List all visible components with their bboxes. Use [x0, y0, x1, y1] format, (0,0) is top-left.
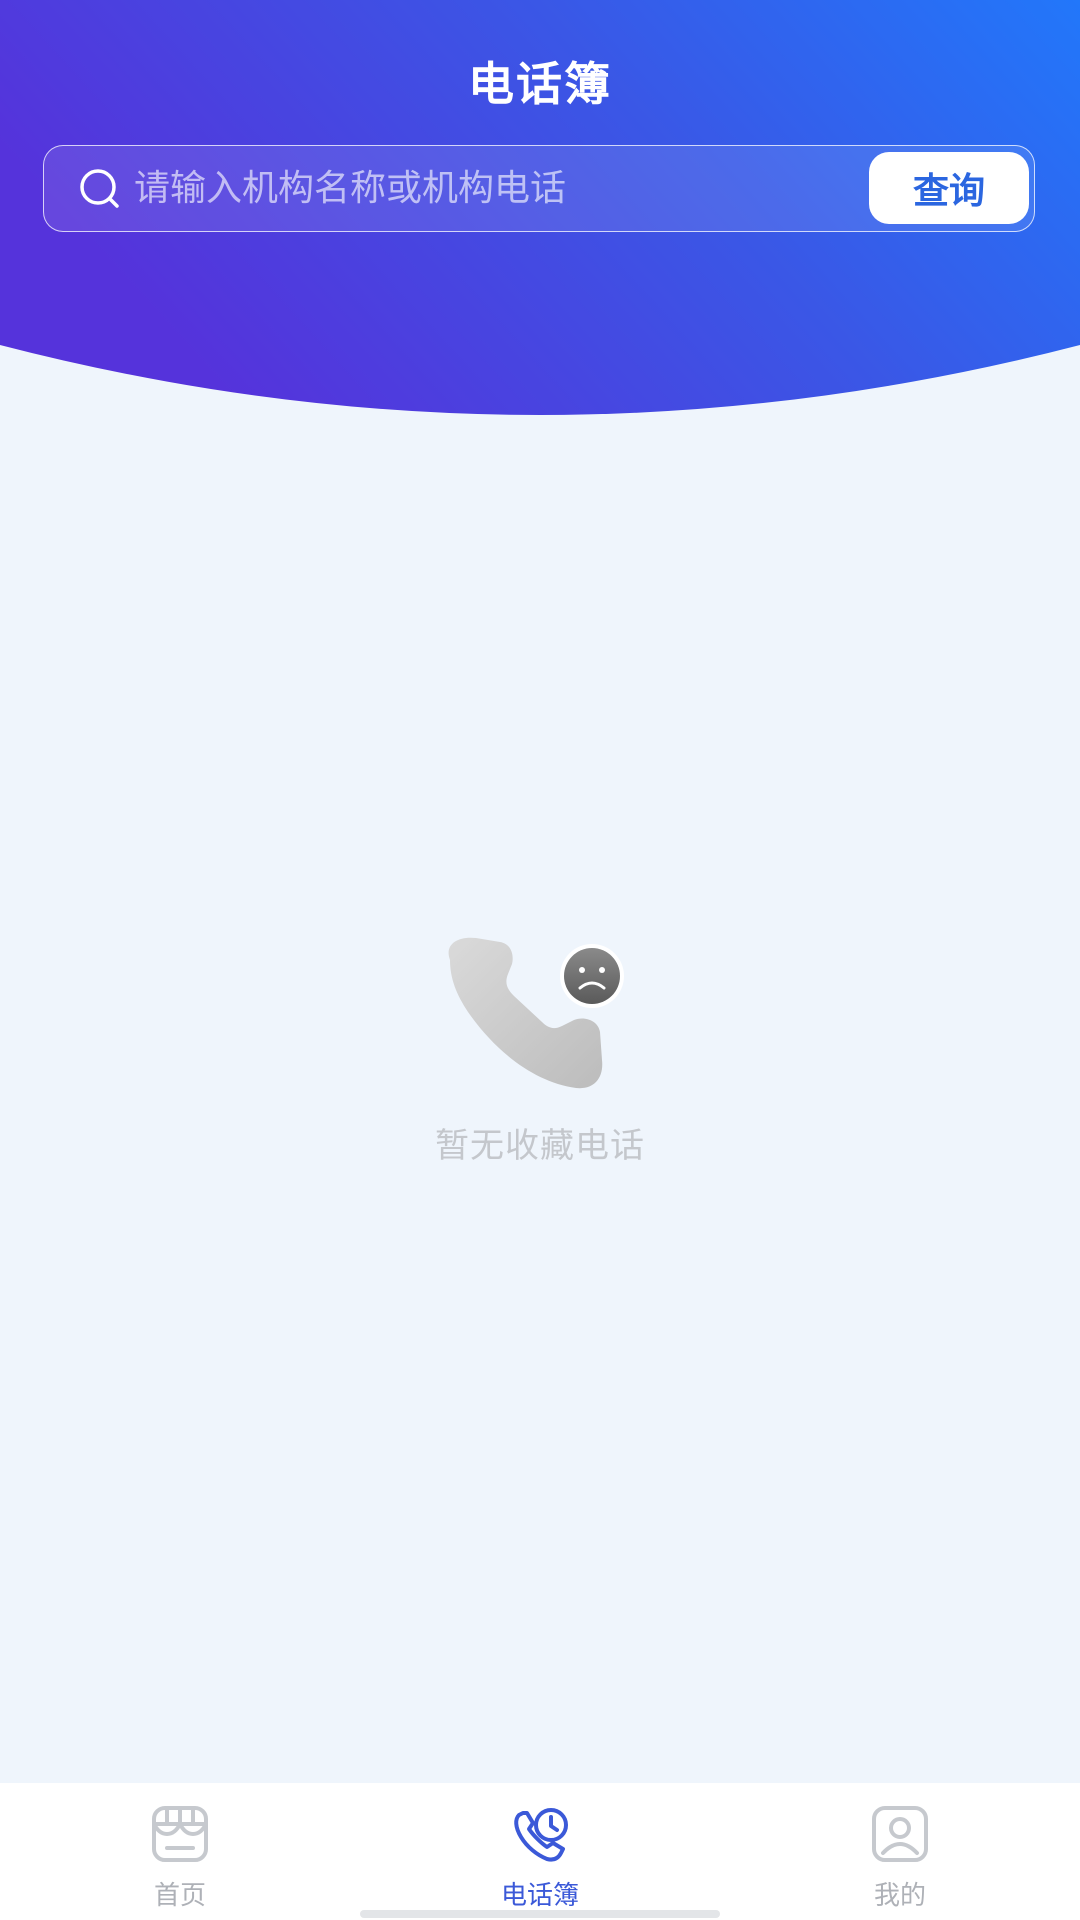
empty-state-message: 暂无收藏电话 [435, 1126, 645, 1166]
query-button[interactable]: 查询 [869, 152, 1029, 224]
tab-mine[interactable]: 我的 [800, 1783, 1000, 1920]
search-bar: 查询 [43, 145, 1035, 232]
phone-clock-icon [514, 1808, 568, 1862]
tab-home[interactable]: 首页 [80, 1783, 280, 1920]
search-input[interactable] [134, 146, 774, 230]
home-indicator [360, 1910, 720, 1918]
tab-phonebook[interactable]: 电话簿 [440, 1783, 640, 1920]
search-icon [80, 169, 119, 208]
user-profile-icon [872, 1806, 928, 1862]
page-title: 电话簿 [468, 57, 612, 111]
phone-sad-icon [448, 937, 624, 1089]
store-icon [152, 1806, 208, 1862]
tab-bar: 首页 电话簿 我的 [0, 1783, 1080, 1920]
tab-phonebook-label: 电话簿 [500, 1881, 579, 1911]
tab-home-label: 首页 [153, 1881, 206, 1911]
tab-mine-label: 我的 [873, 1881, 926, 1911]
